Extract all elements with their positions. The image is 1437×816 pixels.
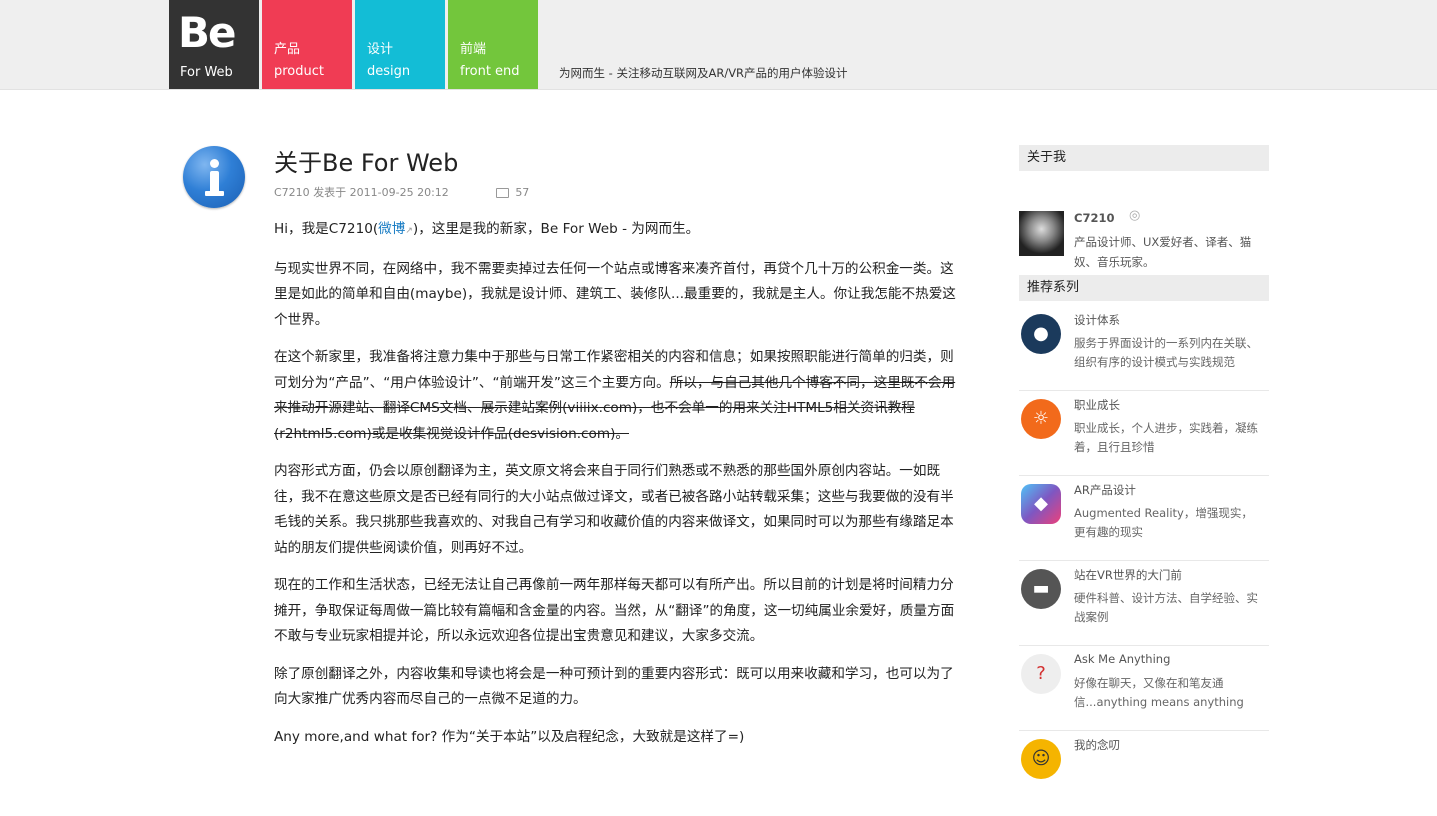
avatar[interactable] xyxy=(1019,211,1064,256)
series-item[interactable]: ▬ 站在VR世界的大门前 硬件科普、设计方法、自学经验、实战案例 xyxy=(1019,561,1269,646)
nav-design[interactable]: 设计 design xyxy=(355,0,445,89)
paragraph: 在这个新家里，我准备将注意力集中于那些与日常工作紧密相关的内容和信息；如果按照职… xyxy=(274,345,964,447)
nav-label-en: product xyxy=(274,64,325,79)
sidebar: 关于我 C7210 ◎ 产品设计师、UX爱好者、译者、猫奴、音乐玩家。 xyxy=(1019,145,1269,271)
comment-count: 57 xyxy=(515,186,530,199)
vr-headset-icon: ▬ xyxy=(1021,569,1061,609)
post-date: 发表于 2011-09-25 20:12 xyxy=(313,186,449,199)
author-name[interactable]: C7210 xyxy=(1074,211,1114,225)
text: )，这里是我的新家，Be For Web - 为网而生。 xyxy=(412,221,700,237)
series-item[interactable]: ☼ 职业成长 职业成长，个人进步，实践着，凝练着，且行且珍惜 xyxy=(1019,391,1269,476)
smiley-icon: ☺ xyxy=(1021,739,1061,779)
paragraph: Any more,and what for? 作为“关于本站”以及启程纪念，大致… xyxy=(274,728,745,745)
series-name: Ask Me Anything xyxy=(1074,652,1171,666)
series-desc: 硬件科普、设计方法、自学经验、实战案例 xyxy=(1074,591,1258,624)
series-desc: Augmented Reality，增强现实，更有趣的现实 xyxy=(1074,506,1253,539)
series-item[interactable]: ☺ 我的念叨 xyxy=(1019,731,1269,816)
series-item[interactable]: ? Ask Me Anything 好像在聊天，又像在和笔友通信...anyth… xyxy=(1019,646,1269,731)
post-meta: C7210 发表于 2011-09-25 20:12 57 xyxy=(274,184,529,200)
paragraph: 除了原创翻译之外，内容收集和导读也将会是一种可预计到的重要内容形式：既可以用来收… xyxy=(274,665,954,708)
info-icon xyxy=(183,146,245,208)
ar-cube-icon: ◆ xyxy=(1021,484,1061,524)
author-description: 产品设计师、UX爱好者、译者、猫奴、音乐玩家。 xyxy=(1074,235,1252,269)
design-system-icon: ● xyxy=(1021,314,1061,354)
series-name: AR产品设计 xyxy=(1074,483,1136,497)
external-link-icon: ↗ xyxy=(405,226,413,236)
about-widget: C7210 ◎ 产品设计师、UX爱好者、译者、猫奴、音乐玩家。 xyxy=(1019,171,1269,271)
nav-label-zh: 前端 xyxy=(460,42,487,57)
logo-mark: Be xyxy=(178,8,236,57)
comment-count-link[interactable]: 57 xyxy=(496,186,529,199)
paragraph: 现在的工作和生活状态，已经无法让自己再像前一两年那样每天都可以有所产出。所以目前… xyxy=(274,577,955,644)
post-title: 关于Be For Web xyxy=(274,149,459,177)
site-header: Be For Web 产品 product 设计 design 前端 front… xyxy=(0,0,1437,90)
rec-widget-title: 推荐系列 xyxy=(1019,275,1269,301)
series-desc: 服务于界面设计的一系列内在关联、组织有序的设计模式与实践规范 xyxy=(1074,336,1258,369)
text: Hi，我是C7210( xyxy=(274,221,379,237)
paragraph: Hi，我是C7210(微博↗)，这里是我的新家，Be For Web - 为网而… xyxy=(274,217,964,245)
series-name: 职业成长 xyxy=(1074,398,1120,412)
series-item[interactable]: ◆ AR产品设计 Augmented Reality，增强现实，更有趣的现实 xyxy=(1019,476,1269,561)
nav-front-end[interactable]: 前端 front end xyxy=(448,0,538,89)
series-name: 设计体系 xyxy=(1074,313,1120,327)
lightbulb-icon: ☼ xyxy=(1021,399,1061,439)
about-widget-title: 关于我 xyxy=(1019,145,1269,171)
series-desc: 好像在聊天，又像在和笔友通信...anything means anything xyxy=(1074,676,1244,709)
series-name: 站在VR世界的大门前 xyxy=(1074,568,1182,582)
nav-label-zh: 设计 xyxy=(367,42,394,57)
nav-product[interactable]: 产品 product xyxy=(262,0,352,89)
comment-icon xyxy=(496,188,510,198)
logo-subtitle: For Web xyxy=(180,65,233,80)
weibo-link[interactable]: 微博 xyxy=(378,221,405,237)
series-item[interactable]: ● 设计体系 服务于界面设计的一系列内在关联、组织有序的设计模式与实践规范 xyxy=(1019,306,1269,391)
nav-label-en: front end xyxy=(460,64,520,79)
post-author[interactable]: C7210 xyxy=(274,186,310,199)
site-logo[interactable]: Be For Web xyxy=(169,0,259,89)
weibo-icon[interactable]: ◎ xyxy=(1129,208,1140,223)
paragraph: 内容形式方面，仍会以原创翻译为主，英文原文将会来自于同行们熟悉或不熟悉的那些国外… xyxy=(274,463,954,556)
post-content: Hi，我是C7210(微博↗)，这里是我的新家，Be For Web - 为网而… xyxy=(274,217,964,762)
series-desc: 职业成长，个人进步，实践着，凝练着，且行且珍惜 xyxy=(1074,421,1258,454)
nav-label-en: design xyxy=(367,64,411,79)
people-question-icon: ? xyxy=(1021,654,1061,694)
recommended-series: 推荐系列 ● 设计体系 服务于界面设计的一系列内在关联、组织有序的设计模式与实践… xyxy=(1019,275,1269,779)
paragraph: 与现实世界不同，在网络中，我不需要卖掉过去任何一个站点或博客来凑齐首付，再贷个几… xyxy=(274,260,956,328)
nav-label-zh: 产品 xyxy=(274,42,301,57)
series-name: 我的念叨 xyxy=(1074,738,1120,752)
site-slogan: 为网而生 - 关注移动互联网及AR/VR产品的用户体验设计 xyxy=(559,66,848,80)
